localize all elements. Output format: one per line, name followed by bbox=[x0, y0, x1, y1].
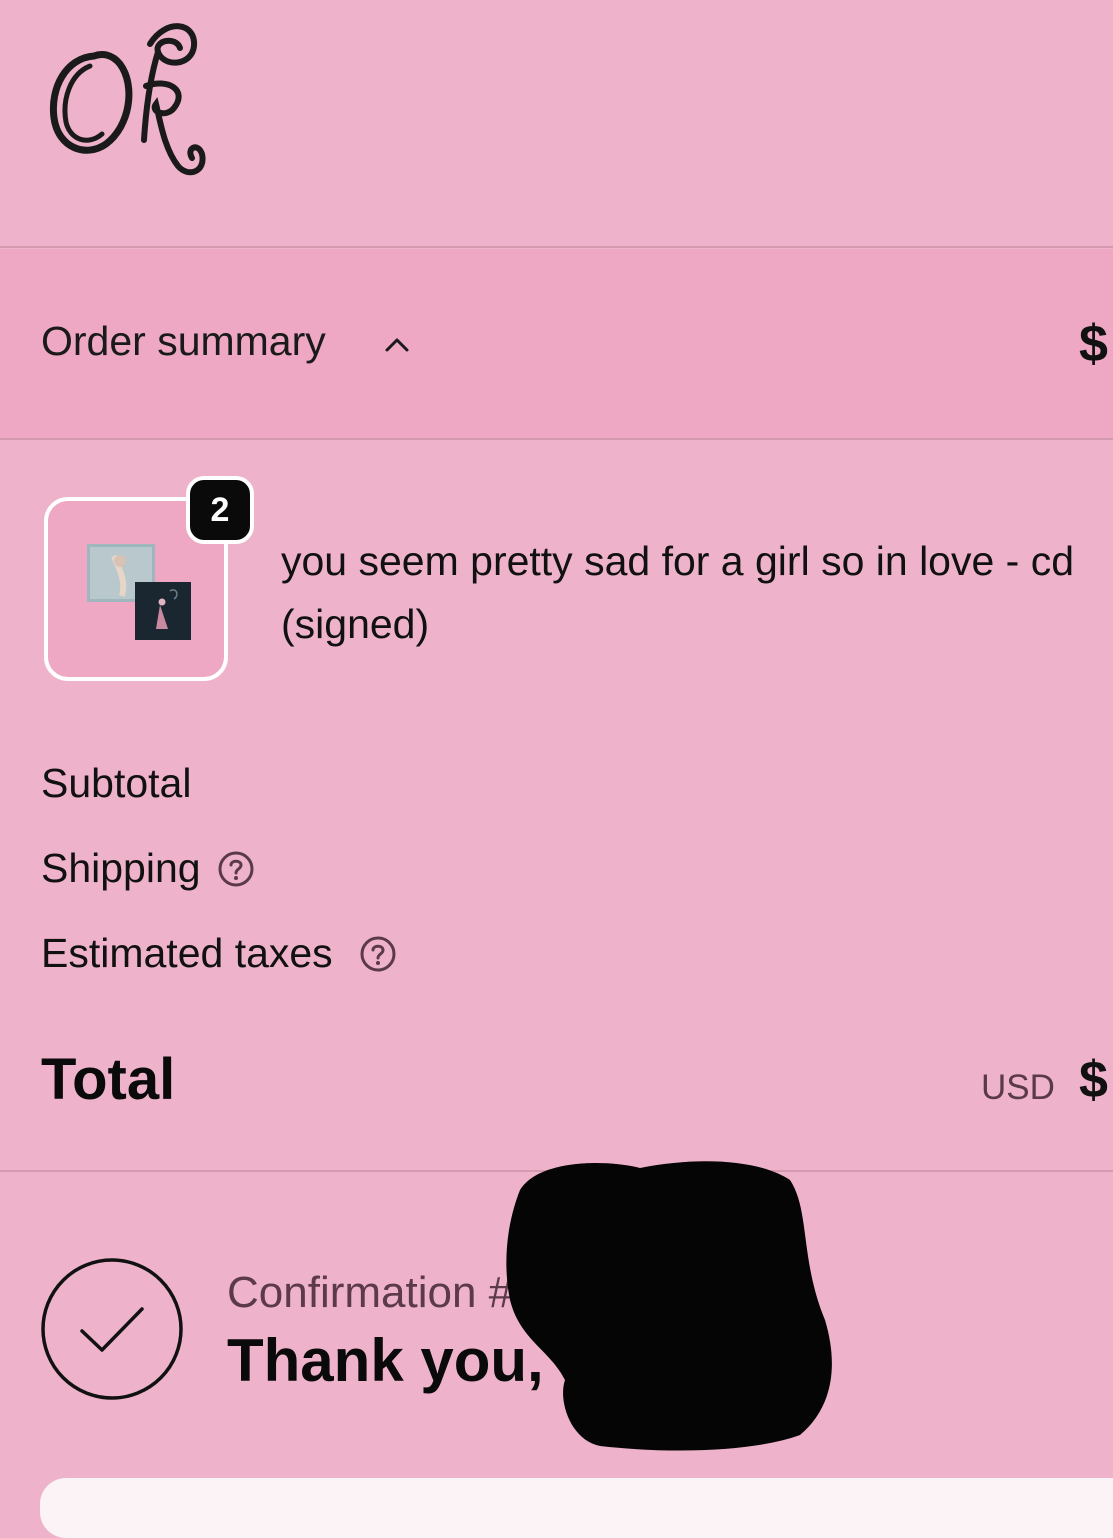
chevron-up-icon[interactable] bbox=[382, 332, 412, 356]
shipping-row: Shipping bbox=[41, 845, 255, 892]
total-label: Total bbox=[41, 1047, 176, 1112]
header-divider bbox=[0, 246, 1113, 248]
shipping-label: Shipping bbox=[41, 845, 201, 891]
taxes-row: Estimated taxes bbox=[41, 930, 397, 977]
or-logo-icon[interactable] bbox=[46, 8, 214, 180]
summary-price: $ bbox=[1079, 315, 1108, 373]
subtotal-row: Subtotal bbox=[41, 760, 191, 807]
redaction-mark bbox=[480, 1150, 860, 1460]
product-title: you seem pretty sad for a girl so in lov… bbox=[281, 538, 1075, 647]
question-circle-icon[interactable] bbox=[359, 935, 397, 973]
currency-code: USD bbox=[981, 1068, 1055, 1107]
subtotal-label: Subtotal bbox=[41, 760, 192, 806]
bottom-card bbox=[40, 1478, 1113, 1538]
checkmark-circle-icon bbox=[40, 1257, 184, 1401]
quantity-badge: 2 bbox=[186, 476, 254, 544]
confirmation-label: Confirmation # bbox=[227, 1268, 514, 1317]
total-price: $ bbox=[1079, 1051, 1108, 1109]
summary-divider bbox=[0, 438, 1113, 440]
estimated-taxes-label: Estimated taxes bbox=[41, 930, 333, 976]
question-circle-icon[interactable] bbox=[217, 850, 255, 888]
order-summary-label[interactable]: Order summary bbox=[41, 318, 326, 365]
